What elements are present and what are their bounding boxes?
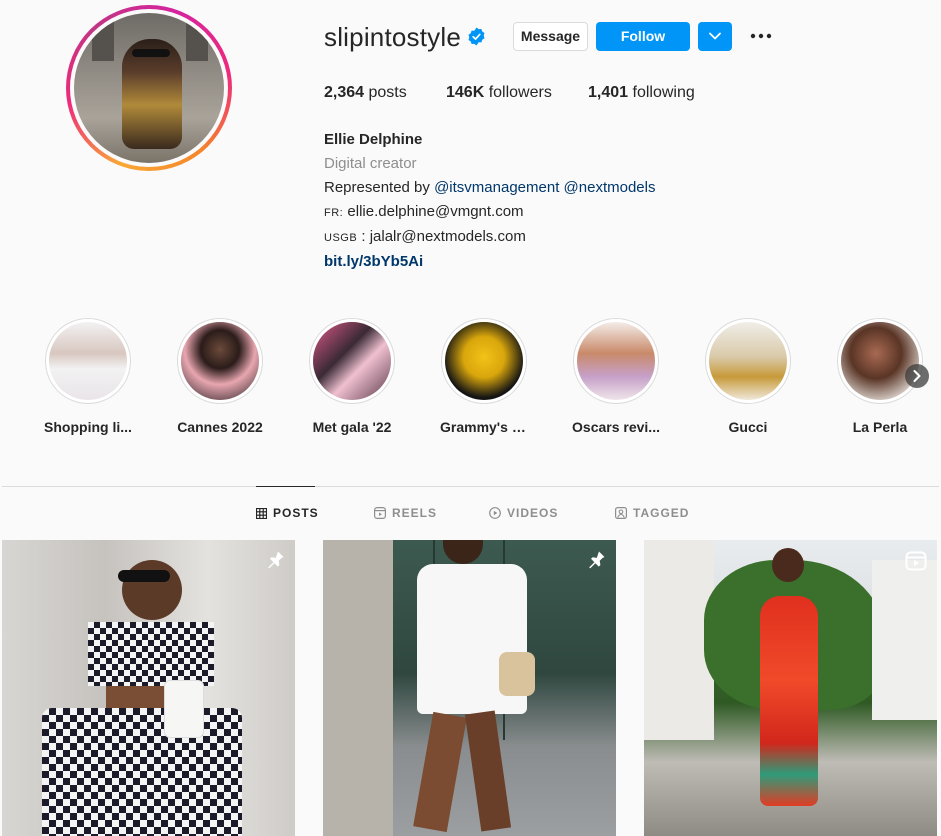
highlight-cover: [313, 322, 391, 400]
highlight-item[interactable]: Gucci: [704, 318, 792, 435]
pin-icon: [589, 551, 605, 569]
post-tile[interactable]: [323, 540, 616, 836]
chevron-right-icon: [913, 370, 921, 382]
posts-stat: 2,364 posts: [324, 84, 407, 101]
profile-full-name: Ellie Delphine: [324, 131, 423, 148]
verified-badge-icon: [468, 27, 485, 46]
grid-icon: [256, 507, 267, 519]
more-options-icon[interactable]: [749, 29, 773, 43]
highlight-cover: [577, 322, 655, 400]
highlight-cover: [181, 322, 259, 400]
tab-reels[interactable]: REELS: [374, 506, 437, 520]
tab-tagged[interactable]: TAGGED: [615, 506, 689, 520]
profile-bio: Ellie Delphine Digital creator Represent…: [324, 128, 655, 274]
bio-usgb-email-line: USGB : jalalr@nextmodels.com: [324, 228, 526, 245]
tab-videos[interactable]: VIDEOS: [489, 506, 558, 520]
profile-category: Digital creator: [324, 155, 417, 172]
following-stat[interactable]: 1,401 following: [588, 84, 695, 102]
follow-button[interactable]: Follow: [596, 22, 690, 51]
tag-icon: [615, 507, 627, 519]
bio-external-link[interactable]: bit.ly/3bYb5Ai: [324, 250, 655, 274]
highlight-cover: [49, 322, 127, 400]
profile-avatar: [74, 13, 224, 163]
highlight-item[interactable]: Oscars revi...: [572, 318, 660, 435]
highlights-next-button[interactable]: [905, 364, 929, 388]
highlight-item[interactable]: Met gala '22: [308, 318, 396, 435]
post-tile[interactable]: [644, 540, 937, 836]
profile-username: slipintostyle: [324, 22, 461, 52]
message-button[interactable]: Message: [513, 22, 588, 51]
highlight-cover: [445, 322, 523, 400]
play-icon: [489, 507, 501, 519]
pin-icon: [268, 551, 284, 569]
bio-represented-line: Represented by @itsvmanagement @nextmode…: [324, 179, 656, 196]
highlight-item[interactable]: Shopping li...: [44, 318, 132, 435]
highlight-item[interactable]: Grammy's r...: [440, 318, 528, 435]
tabs-divider: [2, 486, 939, 487]
followers-stat[interactable]: 146K followers: [446, 84, 552, 102]
mention-link-nextmodels[interactable]: @nextmodels: [564, 179, 656, 196]
suggested-accounts-button[interactable]: [698, 22, 732, 51]
reels-icon: [374, 507, 386, 519]
highlight-cover: [841, 322, 919, 400]
profile-avatar-ring[interactable]: [66, 5, 232, 171]
chevron-down-icon: [709, 32, 721, 40]
bio-fr-email-line: FR: ellie.delphine@vmgnt.com: [324, 203, 524, 220]
active-tab-indicator: [256, 486, 315, 487]
highlight-item[interactable]: Cannes 2022: [176, 318, 264, 435]
highlight-cover: [709, 322, 787, 400]
post-tile[interactable]: [2, 540, 295, 836]
reel-icon: [905, 551, 927, 571]
tab-posts[interactable]: POSTS: [256, 506, 319, 520]
mention-link-itsvmanagement[interactable]: @itsvmanagement: [434, 179, 559, 196]
